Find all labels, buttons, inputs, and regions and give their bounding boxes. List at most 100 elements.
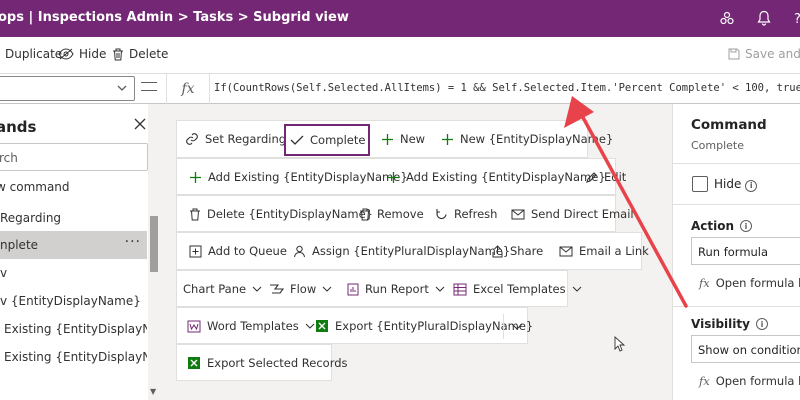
send-email-button[interactable]: Send Direct Email xyxy=(507,200,638,228)
plus-icon xyxy=(382,133,393,145)
email-link-button[interactable]: Email a Link xyxy=(555,237,653,265)
command-label: Existing {EntityDisplayName} xyxy=(4,322,147,336)
button-label: Share xyxy=(510,244,544,258)
command-label: Existing {EntityDisplayName} xyxy=(4,350,147,364)
trash-icon xyxy=(190,208,200,220)
bell-icon[interactable] xyxy=(755,9,773,27)
command-list-item[interactable]: Existing {EntityDisplayName} xyxy=(0,315,147,343)
hide-checkbox[interactable] xyxy=(692,176,708,192)
report-icon xyxy=(347,283,359,295)
open-formula-bar-link[interactable]: fx Open formula bar xyxy=(699,276,800,290)
action-text: Action xyxy=(691,219,735,233)
delete-button[interactable]: Delete xyxy=(112,47,168,61)
info-icon[interactable]: i xyxy=(740,220,753,232)
info-icon[interactable]: i xyxy=(755,318,768,330)
edit-button[interactable]: Edit xyxy=(581,163,630,191)
action-label: Action i xyxy=(691,219,753,233)
formula-input[interactable]: If(CountRows(Self.Selected.AllItems) = 1… xyxy=(214,82,800,94)
divider xyxy=(673,163,800,164)
property-dropdown[interactable] xyxy=(0,76,135,101)
search-input[interactable]: rch xyxy=(0,143,148,171)
command-list-item[interactable]: v xyxy=(0,259,147,287)
apps-icon[interactable] xyxy=(718,9,736,27)
button-label: Complete xyxy=(310,133,366,147)
command-row-card: Word Templates Export {EntityPluralDispl… xyxy=(176,307,533,344)
set-regarding-button[interactable]: Set Regarding xyxy=(181,125,290,153)
chevron-down-icon xyxy=(117,85,127,91)
new-command-button[interactable]: w command xyxy=(0,180,70,194)
button-label: Run Report xyxy=(365,282,429,296)
command-list-item-selected[interactable]: nplete ··· xyxy=(0,231,147,259)
command-list-item[interactable]: v {EntityDisplayName} xyxy=(0,287,147,315)
command-row-card: Add to Queue Assign {EntityPluralDisplay… xyxy=(176,232,649,270)
button-label: Delete {EntityDisplayName} xyxy=(207,207,373,221)
link-text: Open formula bar xyxy=(715,374,800,388)
mail-icon xyxy=(559,246,573,256)
add-existing-button-2[interactable]: Add Existing {EntityDisplayName} xyxy=(383,163,610,191)
hide-label: Hide xyxy=(79,47,107,61)
add-to-queue-button[interactable]: Add to Queue xyxy=(185,237,291,265)
delete-entity-button[interactable]: Delete {EntityDisplayName} xyxy=(185,200,377,228)
export-selected-button[interactable]: Export Selected Records xyxy=(183,349,352,377)
button-label: Word Templates xyxy=(207,319,299,333)
share-button[interactable]: Share xyxy=(487,237,547,265)
new-button[interactable]: New xyxy=(377,125,429,153)
link-text: Open formula bar xyxy=(715,276,800,290)
person-icon xyxy=(294,245,305,257)
remove-button[interactable]: Remove xyxy=(355,200,428,228)
help-icon[interactable]: ? xyxy=(790,9,800,27)
button-label: Edit xyxy=(604,170,627,184)
flow-dropdown[interactable]: Flow xyxy=(265,275,336,303)
word-templates-dropdown[interactable]: Word Templates xyxy=(183,312,319,340)
button-label: Add Existing {EntityDisplayName} xyxy=(406,170,606,184)
button-label: Set Regarding xyxy=(205,132,287,146)
fx-icon[interactable]: fx xyxy=(166,74,210,104)
button-label: Send Direct Email xyxy=(531,207,634,221)
scrollbar-thumb[interactable] xyxy=(150,216,158,272)
command-list-item[interactable]: Existing {EntityDisplayName} xyxy=(0,343,147,371)
command-row-card: Export Selected Records xyxy=(176,344,348,381)
more-options-icon[interactable]: ··· xyxy=(125,234,141,250)
excel-templates-dropdown[interactable]: Excel Templates xyxy=(449,275,586,303)
refresh-button[interactable]: Refresh xyxy=(431,200,501,228)
command-row-card: Delete {EntityDisplayName} Remove Refres… xyxy=(176,195,634,232)
hide-text: Hide xyxy=(714,177,742,191)
duplicate-button[interactable]: Duplicate xyxy=(0,47,62,61)
hide-button[interactable]: Hide xyxy=(58,47,106,61)
hide-checkbox-label: Hide i xyxy=(714,177,758,192)
button-label: Add to Queue xyxy=(208,244,287,258)
save-publish-button[interactable]: Save and Pu xyxy=(728,47,800,61)
open-formula-bar-link[interactable]: fx Open formula bar xyxy=(699,374,800,388)
properties-panel: Command Complete Hide i Action i Run form… xyxy=(672,104,800,400)
visibility-dropdown[interactable]: Show on condition from formula xyxy=(691,335,800,363)
add-existing-button[interactable]: Add Existing {EntityDisplayName} xyxy=(185,163,412,191)
command-label: v xyxy=(0,266,8,280)
pencil-icon xyxy=(586,171,597,183)
share-icon xyxy=(492,244,503,257)
button-label: New xyxy=(400,132,426,146)
breadcrumb: ops | Inspections Admin > Tasks > Subgri… xyxy=(0,10,349,25)
chevron-down-icon[interactable] xyxy=(511,322,523,332)
info-icon[interactable]: i xyxy=(745,179,758,192)
complete-button[interactable]: Complete xyxy=(284,124,370,156)
run-report-dropdown[interactable]: Run Report xyxy=(343,275,449,303)
plus-icon xyxy=(442,133,453,145)
command-label: v {EntityDisplayName} xyxy=(0,294,141,308)
assign-button[interactable]: Assign {EntityPluralDisplayName} xyxy=(289,237,514,265)
scrollbar[interactable]: ▼ xyxy=(148,104,160,400)
command-bar-preview: Set Regarding Complete New New {EntityDi… xyxy=(160,104,672,400)
chart-pane-dropdown[interactable]: Chart Pane xyxy=(179,275,266,303)
duplicate-label: Duplicate xyxy=(5,47,63,61)
scroll-down-arrow-icon[interactable]: ▼ xyxy=(150,387,156,396)
command-list-item[interactable]: Regarding xyxy=(0,204,147,232)
close-icon[interactable] xyxy=(134,118,146,130)
checkmark-icon xyxy=(290,135,304,145)
divider xyxy=(673,204,800,205)
flow-icon xyxy=(270,284,284,294)
new-entity-button[interactable]: New {EntityDisplayName} xyxy=(437,125,617,153)
action-dropdown[interactable]: Run formula xyxy=(691,237,800,265)
trash-icon xyxy=(113,48,123,60)
queue-icon xyxy=(189,245,202,257)
fx-icon: fx xyxy=(699,374,710,388)
button-label: Excel Templates xyxy=(473,282,566,296)
